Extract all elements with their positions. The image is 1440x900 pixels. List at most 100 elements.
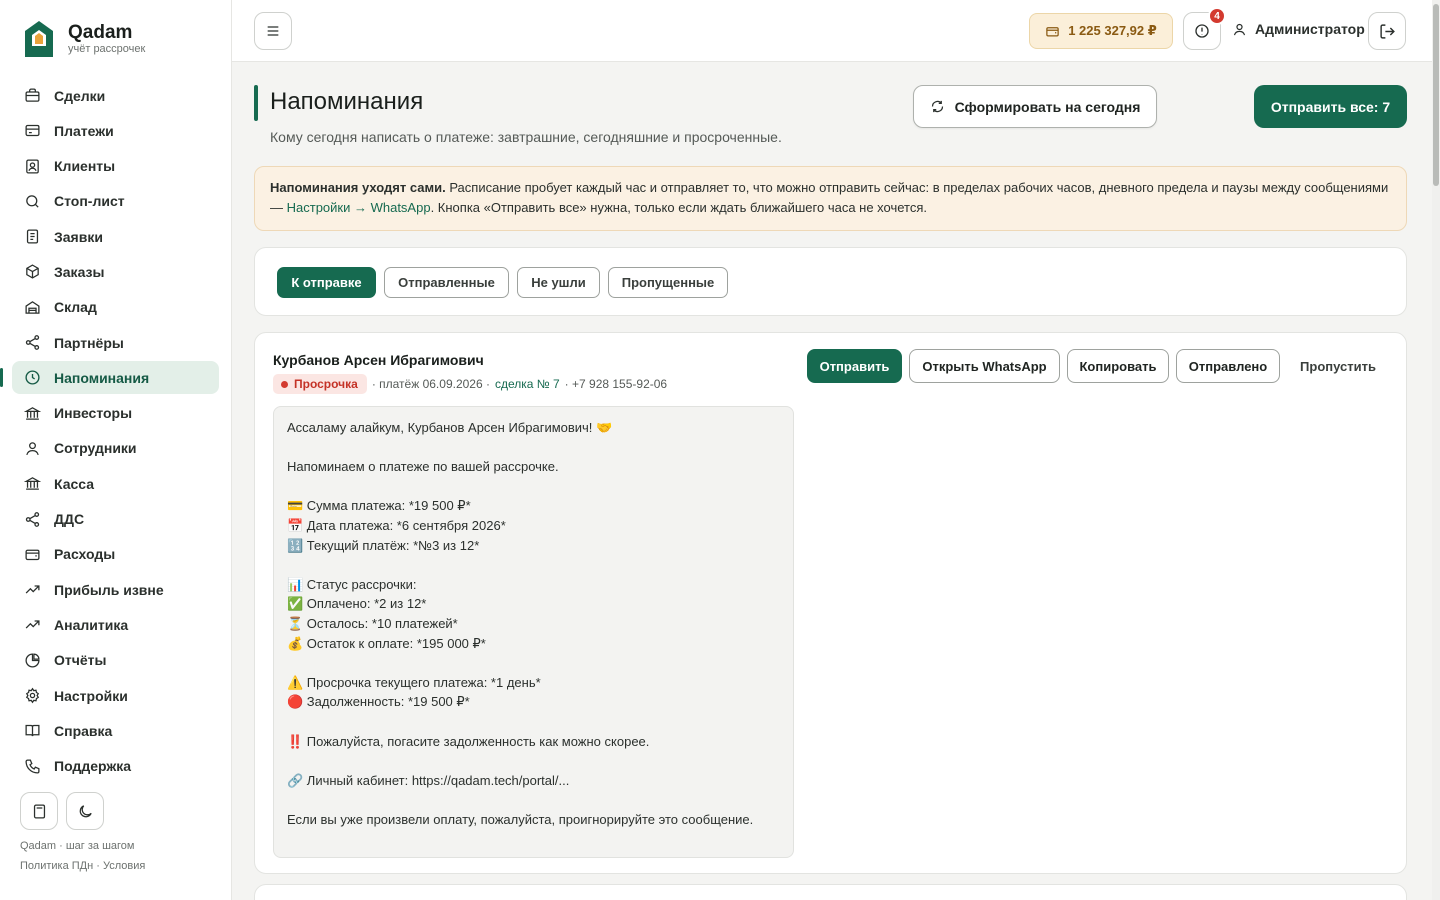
tab-skipped[interactable]: Пропущенные <box>608 267 728 298</box>
send-all-button[interactable]: Отправить все: 7 <box>1254 85 1407 128</box>
page-title: Напоминания <box>270 88 424 115</box>
skip-button[interactable]: Пропустить <box>1287 349 1389 383</box>
sidebar-item-deals[interactable]: Сделки <box>12 79 219 112</box>
sidebar-item-cash[interactable]: Касса <box>12 467 219 500</box>
notice-title: Напоминания уходят сами. <box>270 180 446 195</box>
sidebar-footer-links[interactable]: Политика ПДн · Условия <box>20 860 145 872</box>
sidebar-item-label: Партнёры <box>54 334 124 351</box>
theme-toggle-button[interactable] <box>66 792 104 830</box>
sidebar-item-label: Расходы <box>54 546 116 563</box>
calculator-icon <box>33 803 45 819</box>
sidebar-item-label: Заявки <box>54 228 103 245</box>
alert-circle-icon <box>1195 24 1209 38</box>
share-icon <box>25 335 40 350</box>
logout-icon <box>1379 23 1395 39</box>
sidebar-footer-tagline: Qadam · шаг за шагом <box>20 840 135 852</box>
sidebar-item-warehouse[interactable]: Склад <box>12 291 219 324</box>
sidebar-item-settings[interactable]: Настройки <box>12 679 219 712</box>
hamburger-icon <box>267 26 279 36</box>
reminder-card: Курбанов Арсен Ибрагимович Просрочка · п… <box>254 332 1407 874</box>
next-reminder-card <box>254 884 1407 900</box>
filter-tabs: К отправке Отправленные Не ушли Пропущен… <box>254 247 1407 316</box>
bank-icon <box>24 406 41 420</box>
moon-icon <box>79 804 92 817</box>
message-preview: Ассаламу алайкум, Курбанов Арсен Ибрагим… <box>273 406 794 858</box>
topbar: 1 225 327,92 ₽ 4 Администратор <box>232 0 1432 62</box>
user-menu[interactable]: Администратор <box>1232 21 1365 37</box>
sidebar-item-label: Заказы <box>54 263 105 280</box>
status-dot-icon <box>281 380 288 388</box>
sidebar-item-label: Справка <box>54 722 113 739</box>
sidebar-item-payments[interactable]: Платежи <box>12 114 219 147</box>
tab-sent[interactable]: Отправленные <box>384 267 509 298</box>
trend-up-icon <box>25 585 40 594</box>
page-scrollbar[interactable] <box>1432 0 1440 900</box>
generate-today-button[interactable]: Сформировать на сегодня <box>913 85 1157 128</box>
sidebar-item-label: Отчёты <box>54 652 107 669</box>
sidebar-item-label: Склад <box>54 299 97 316</box>
calculator-button[interactable] <box>20 792 58 830</box>
sidebar-nav: Сделки Платежи Клиенты Стоп-лист Заявки … <box>0 79 219 785</box>
sidebar-item-label: Касса <box>54 475 95 492</box>
gear-icon <box>25 687 40 704</box>
mark-sent-button[interactable]: Отправлено <box>1176 349 1280 383</box>
sidebar-item-investors[interactable]: Инвесторы <box>12 397 219 430</box>
copy-button[interactable]: Копировать <box>1067 349 1169 383</box>
generate-today-label: Сформировать на сегодня <box>954 98 1141 115</box>
warehouse-icon <box>25 300 40 314</box>
open-whatsapp-button[interactable]: Открыть WhatsApp <box>909 349 1060 383</box>
alerts-button[interactable]: 4 <box>1183 7 1226 50</box>
reminder-meta: Просрочка · платёж 06.09.2026 · сделка №… <box>273 374 667 394</box>
sidebar-tools <box>20 792 104 830</box>
sidebar-item-cashflow[interactable]: ДДС <box>12 503 219 536</box>
scrollbar-thumb[interactable] <box>1433 4 1439 186</box>
brand[interactable]: Qadam учёт рассрочек <box>24 20 145 58</box>
trend-up-icon <box>25 620 40 629</box>
sidebar-item-employees[interactable]: Сотрудники <box>12 432 219 465</box>
brand-name: Qadam <box>68 21 133 43</box>
sidebar-item-clients[interactable]: Клиенты <box>12 150 219 183</box>
wallet-icon <box>25 549 40 560</box>
sidebar-item-requests[interactable]: Заявки <box>12 220 219 253</box>
sidebar-item-expenses[interactable]: Расходы <box>12 538 219 571</box>
refresh-icon <box>931 100 943 113</box>
send-button[interactable]: Отправить <box>807 349 902 383</box>
sidebar-item-label: Настройки <box>54 687 128 704</box>
settings-whatsapp-link[interactable]: Настройки → WhatsApp <box>287 200 431 215</box>
sidebar-item-help[interactable]: Справка <box>12 714 219 747</box>
logout-button[interactable] <box>1368 12 1406 50</box>
book-icon <box>25 725 40 737</box>
sidebar-item-orders[interactable]: Заказы <box>12 255 219 288</box>
sidebar-item-analytics[interactable]: Аналитика <box>12 608 219 641</box>
alerts-count-badge: 4 <box>1208 7 1226 25</box>
sidebar-item-support[interactable]: Поддержка <box>12 750 219 783</box>
user-icon <box>1233 23 1246 35</box>
sidebar-item-reports[interactable]: Отчёты <box>12 644 219 677</box>
balance-badge[interactable]: 1 225 327,92 ₽ <box>1029 13 1173 49</box>
sidebar-item-label: Инвесторы <box>54 405 133 422</box>
sidebar-item-external-profit[interactable]: Прибыль извне <box>12 573 219 606</box>
pie-chart-icon <box>25 653 40 668</box>
briefcase-icon <box>25 88 40 102</box>
info-notice: Напоминания уходят сами. Расписание проб… <box>254 166 1407 231</box>
box-icon <box>26 264 39 280</box>
clock-icon <box>25 370 40 385</box>
tab-failed[interactable]: Не ушли <box>517 267 600 298</box>
deal-link[interactable]: сделка № 7 <box>495 377 560 391</box>
page-subtitle: Кому сегодня написать о платеже: завтраш… <box>270 129 782 145</box>
sidebar-item-stop-list[interactable]: Стоп-лист <box>12 185 219 218</box>
menu-toggle-button[interactable] <box>254 12 292 50</box>
tab-to-send[interactable]: К отправке <box>277 267 376 298</box>
share-icon <box>25 511 40 527</box>
sidebar-item-label: Аналитика <box>54 616 129 633</box>
sidebar-item-label: ДДС <box>54 511 85 528</box>
sidebar-item-partners[interactable]: Партнёры <box>12 326 219 359</box>
sidebar-item-label: Сотрудники <box>54 440 137 457</box>
client-name: Курбанов Арсен Ибрагимович <box>273 352 484 368</box>
user-icon <box>26 442 39 456</box>
user-name: Администратор <box>1255 21 1365 37</box>
sidebar-item-reminders[interactable]: Напоминания <box>0 361 219 395</box>
sidebar-item-label: Поддержка <box>54 758 132 775</box>
search-icon <box>26 195 39 208</box>
brand-tagline: учёт рассрочек <box>68 42 146 55</box>
